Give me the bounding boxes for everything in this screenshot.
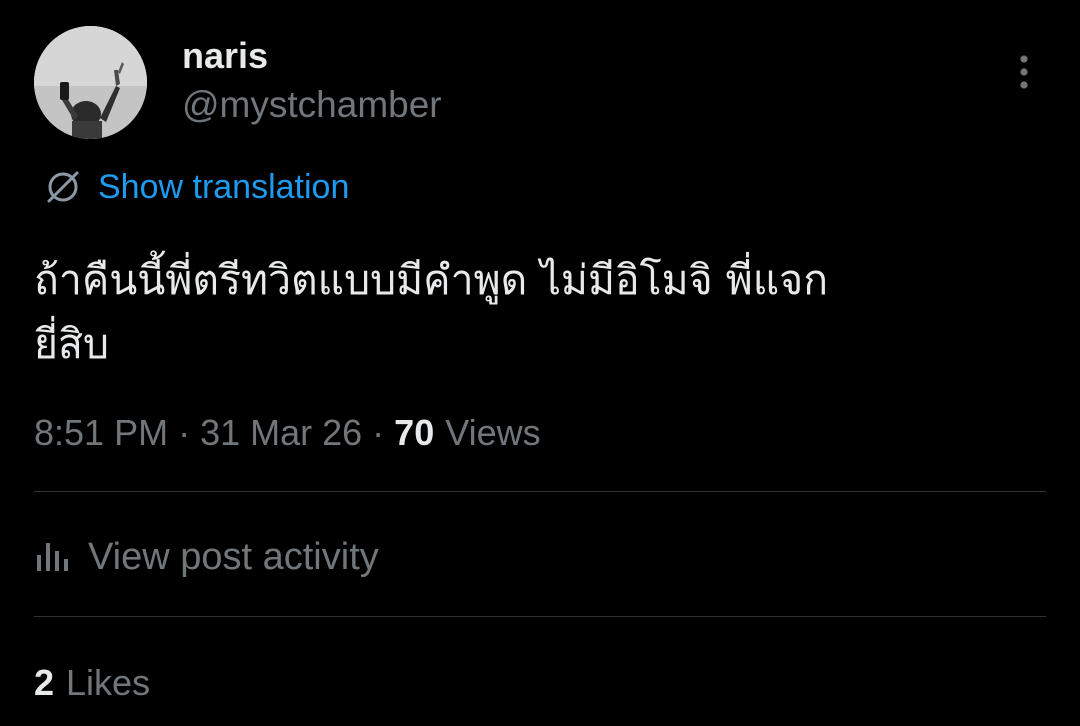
more-vertical-icon <box>1020 55 1028 89</box>
divider <box>34 616 1046 617</box>
tweet-text-line: ถ้าคืนนี้พี่ตรีทวิตแบบมีคำพูด ไม่มีอิโมจ… <box>34 256 829 304</box>
globe-translate-icon <box>47 171 79 203</box>
user-handle[interactable]: @mystchamber <box>182 83 442 127</box>
divider <box>34 491 1046 492</box>
likes-count: 2 <box>34 662 55 703</box>
display-name[interactable]: naris <box>182 34 268 78</box>
view-post-activity-label: View post activity <box>88 535 379 578</box>
show-translation-label: Show translation <box>98 168 350 206</box>
tweet-meta: 8:51 PM · 31 Mar 26 · 70 Views <box>34 408 541 458</box>
tweet-text: ถ้าคืนนี้พี่ตรีทวิตแบบมีคำพูด ไม่มีอิโมจ… <box>34 248 1044 376</box>
likes-label: Likes <box>66 662 151 703</box>
tweet-text-line: ยี่สิบ <box>34 320 110 368</box>
avatar-photo <box>34 26 147 139</box>
meta-separator: · <box>178 412 191 453</box>
avatar[interactable] <box>34 26 147 139</box>
views-label: Views <box>445 412 541 453</box>
tweet-date[interactable]: 31 Mar 26 <box>200 412 362 454</box>
likes-link[interactable]: 2 Likes <box>34 658 150 708</box>
more-options-button[interactable] <box>1004 52 1044 92</box>
meta-separator: · <box>372 412 385 453</box>
views-count: 70 <box>394 412 435 453</box>
show-translation-button[interactable]: Show translation <box>44 164 349 210</box>
bar-chart-icon <box>37 543 68 571</box>
tweet-time[interactable]: 8:51 PM <box>34 412 168 454</box>
view-post-activity-button[interactable]: View post activity <box>34 530 379 584</box>
